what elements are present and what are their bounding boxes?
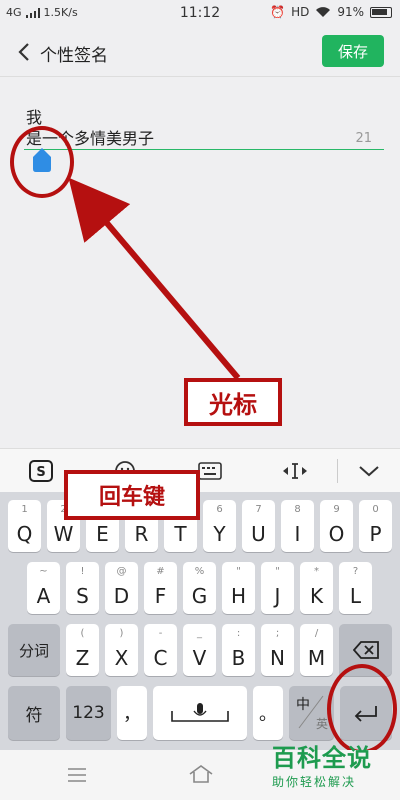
page-title: 个性签名 [40,46,108,66]
cursor-highlight-ellipse [10,126,74,198]
key-a[interactable]: ~ A [27,562,60,614]
status-bar: 4G 1.5K/s 11:12 ⏰ HD 91% [0,0,400,28]
collapse-keyboard-button[interactable] [354,459,384,483]
key-g[interactable]: % G [183,562,216,614]
period-key[interactable]: 。 [253,686,283,740]
menu-icon[interactable] [66,767,88,787]
back-button[interactable] [12,38,36,66]
key-o[interactable]: 9O [320,500,353,552]
char-counter: 21 [355,131,372,146]
cursor-annotation-label: 光标 [184,378,282,426]
fenci-key[interactable]: 分词 [8,624,60,676]
backspace-icon [352,641,379,659]
space-key[interactable] [153,686,247,740]
cursor-arrow [68,177,241,380]
svg-text:S: S [36,465,45,480]
app-header: 个性签名 保存 [0,28,400,76]
battery-icon [370,6,392,18]
watermark-title: 百科全说 [272,744,372,772]
key-s[interactable]: ! S [66,562,99,614]
key-k[interactable]: * K [300,562,333,614]
key-b[interactable]: :B [222,624,255,676]
sogou-logo-icon[interactable]: S [26,459,56,483]
key-d[interactable]: @ D [105,562,138,614]
key-x[interactable]: ) X [105,624,138,676]
status-right: ⏰ HD 91% [270,5,392,19]
key-p[interactable]: 0P [359,500,392,552]
key-u[interactable]: 7U [242,500,275,552]
number-key[interactable]: 123 [66,686,111,740]
input-underline [24,149,384,150]
enter-key-annotation-label: 回车键 [64,470,200,520]
key-l[interactable]: ? L [339,562,372,614]
alarm-icon: ⏰ [270,5,286,19]
microphone-icon [171,703,229,722]
key-q[interactable]: 1Q [8,500,41,552]
symbol-key[interactable]: 符 [8,686,60,740]
key-z[interactable]: (Z [66,624,99,676]
key-v[interactable]: _ V [183,624,216,676]
save-button[interactable]: 保存 [322,35,384,67]
key-i[interactable]: 8I [281,500,314,552]
header-divider [0,76,400,77]
key-f[interactable]: # F [144,562,177,614]
wifi-icon [316,7,331,17]
key-c[interactable]: -C [144,624,177,676]
key-y[interactable]: 6Y [203,500,236,552]
screen: 4G 1.5K/s 11:12 ⏰ HD 91% 个性签名 保存 我 是一个多情… [0,0,400,800]
battery-percent: 91% [337,5,364,19]
watermark: 百科全说 助你轻松解决 [272,738,390,794]
toolbar-divider [337,459,338,483]
chevron-left-icon [18,43,29,61]
key-n[interactable]: ; N [261,624,294,676]
hd-badge: HD [291,5,310,19]
key-h[interactable]: " H [222,562,255,614]
keyboard-toolbar: S [0,448,400,492]
cursor-move-icon[interactable] [280,459,310,483]
chevron-down-icon [359,466,379,477]
home-icon[interactable] [188,764,214,788]
watermark-subtitle: 助你轻松解决 [272,775,357,789]
comma-key[interactable]: ， [117,686,147,740]
key-m[interactable]: / M [300,624,333,676]
key-j[interactable]: " J [261,562,294,614]
